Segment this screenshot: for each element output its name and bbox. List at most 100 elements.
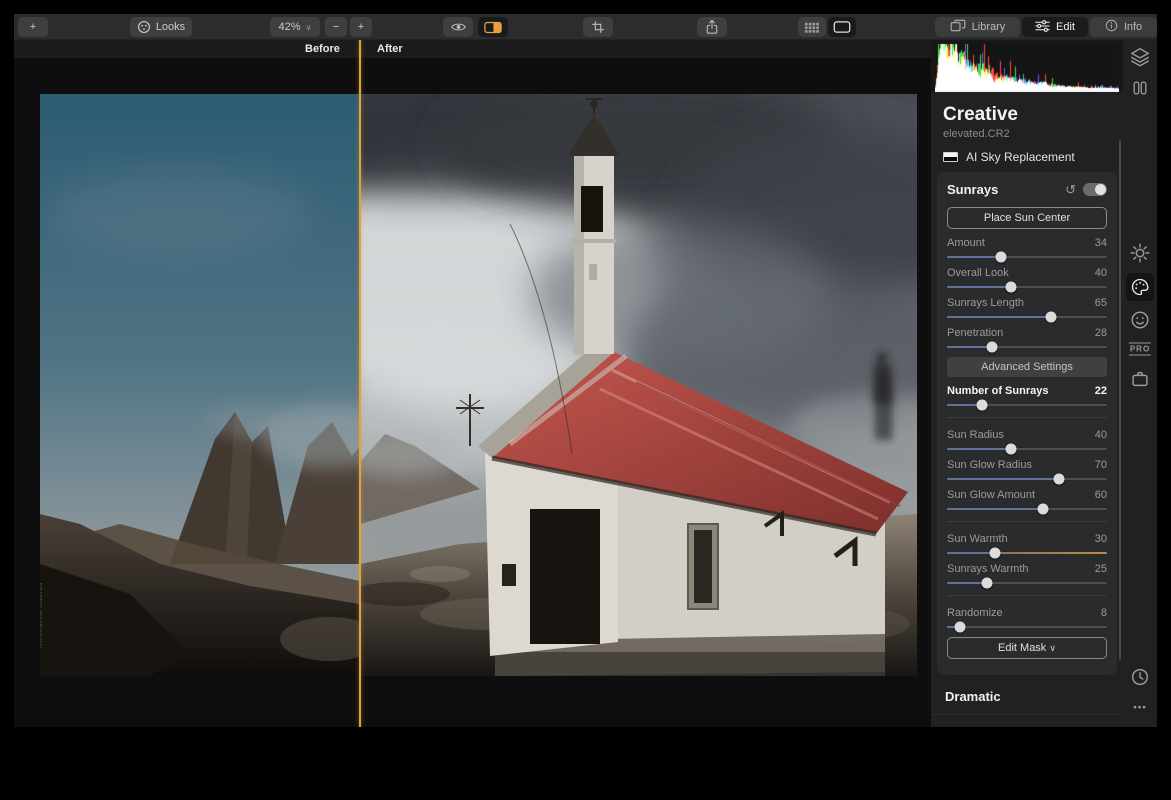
slider-track[interactable] xyxy=(947,346,1107,348)
grid-icon xyxy=(804,22,820,33)
slider-value: 34 xyxy=(1095,237,1107,249)
slider-sun-glow-amount[interactable]: Sun Glow Amount60 xyxy=(947,489,1107,510)
tab-library[interactable]: Library xyxy=(935,17,1020,37)
slider-label: Amount xyxy=(947,237,985,249)
slider-thumb[interactable] xyxy=(977,400,988,411)
slider-group-sun: Sun Radius40 Sun Glow Radius70 Sun Glow Am… xyxy=(937,429,1117,510)
tab-info[interactable]: Info xyxy=(1090,17,1157,37)
slider-thumb[interactable] xyxy=(1046,312,1057,323)
divider xyxy=(947,595,1107,596)
tab-library-label: Library xyxy=(972,21,1006,33)
advanced-settings-button[interactable]: Advanced Settings xyxy=(947,357,1107,377)
professional-briefcase-icon[interactable] xyxy=(1129,368,1151,390)
zoom-in-button[interactable]: + xyxy=(350,17,372,37)
slider-sunrays-warmth[interactable]: Sunrays Warmth25 xyxy=(947,563,1107,584)
slider-sun-warmth[interactable]: Sun Warmth30 xyxy=(947,533,1107,554)
slider-sunrays-length[interactable]: Sunrays Length65 xyxy=(947,297,1107,318)
style-item-dramatic[interactable]: Dramatic xyxy=(931,679,1123,714)
slider-label: Overall Look xyxy=(947,267,1009,279)
tab-edit[interactable]: Edit xyxy=(1022,17,1088,37)
slider-number-of-sunrays[interactable]: Number of Sunrays22 xyxy=(947,385,1107,406)
edit-sliders-icon xyxy=(1035,20,1050,35)
looks-button[interactable]: Looks xyxy=(130,17,192,37)
slider-sun-radius[interactable]: Sun Radius40 xyxy=(947,429,1107,450)
more-options-icon[interactable]: ••• xyxy=(1133,703,1147,714)
portrait-face-icon[interactable] xyxy=(1129,309,1151,331)
slider-thumb[interactable] xyxy=(982,578,993,589)
ai-sky-replacement-row[interactable]: AI Sky Replacement xyxy=(943,150,1123,164)
slider-track[interactable] xyxy=(947,316,1107,318)
gallery-view-button[interactable] xyxy=(798,17,826,37)
zoom-out-button[interactable]: − xyxy=(325,17,347,37)
canvas-tools-icon[interactable] xyxy=(1130,78,1150,98)
slider-sun-glow-radius[interactable]: Sun Glow Radius70 xyxy=(947,459,1107,480)
reset-icon[interactable]: ↺ xyxy=(1065,183,1076,196)
edit-mask-button[interactable]: Edit Mask ∨ xyxy=(947,637,1107,659)
slider-track[interactable] xyxy=(947,508,1107,510)
slider-thumb[interactable] xyxy=(1054,474,1065,485)
creative-palette-icon[interactable] xyxy=(1126,273,1154,301)
slider-penetration[interactable]: Penetration28 xyxy=(947,327,1107,348)
slider-thumb[interactable] xyxy=(954,622,965,633)
edit-side-panel: Creative elevated.CR2 AI Sky Replacement… xyxy=(931,40,1157,727)
panel-scrollbar[interactable] xyxy=(1119,140,1121,660)
single-image-icon xyxy=(833,21,851,33)
caret-down-icon: ∨ xyxy=(1049,643,1056,653)
slider-label: Sun Glow Amount xyxy=(947,489,1035,501)
slider-track[interactable] xyxy=(947,404,1107,406)
slider-track[interactable] xyxy=(947,626,1107,628)
slider-label: Sunrays Warmth xyxy=(947,563,1029,575)
slider-thumb[interactable] xyxy=(1006,444,1017,455)
history-clock-icon[interactable] xyxy=(1129,666,1151,688)
slider-track[interactable] xyxy=(947,552,1107,554)
slider-thumb[interactable] xyxy=(1006,282,1017,293)
slider-thumb[interactable] xyxy=(986,342,997,353)
styles-list: DramaticMatte LookMysticalColor Styles (… xyxy=(931,679,1123,727)
share-button[interactable] xyxy=(697,17,727,37)
filename-label: elevated.CR2 xyxy=(943,128,1123,140)
slider-thumb[interactable] xyxy=(990,548,1001,559)
before-after-compare-button[interactable] xyxy=(478,17,508,37)
photo-preview[interactable]: ©Raffaella Cabras xyxy=(40,94,917,676)
essentials-sun-icon[interactable] xyxy=(1129,242,1151,264)
sunrays-toggle[interactable] xyxy=(1083,183,1107,196)
layers-icon[interactable] xyxy=(1129,46,1151,68)
top-toolbar: + Looks 42% ∨ − + xyxy=(14,14,1157,40)
crop-button[interactable] xyxy=(583,17,613,37)
slider-amount[interactable]: Amount 34 xyxy=(947,237,1107,258)
slider-value: 40 xyxy=(1095,267,1107,279)
style-item-matte-look[interactable]: Matte Look xyxy=(931,714,1123,727)
slider-track[interactable] xyxy=(947,478,1107,480)
slider-track[interactable] xyxy=(947,256,1107,258)
slider-value: 40 xyxy=(1095,429,1107,441)
single-view-button[interactable] xyxy=(828,17,856,37)
slider-track[interactable] xyxy=(947,286,1107,288)
slider-track[interactable] xyxy=(947,582,1107,584)
ai-sky-replacement-label: AI Sky Replacement xyxy=(966,150,1075,164)
looks-icon xyxy=(137,20,151,34)
before-after-divider[interactable] xyxy=(359,40,361,727)
slider-thumb[interactable] xyxy=(1038,504,1049,515)
eye-icon xyxy=(450,21,467,33)
slider-overall-look[interactable]: Overall Look 40 xyxy=(947,267,1107,288)
compare-label-bar: Before After xyxy=(14,40,931,58)
screenshot-root: + Looks 42% ∨ − + xyxy=(0,0,1171,800)
slider-value: 30 xyxy=(1095,533,1107,545)
add-button[interactable]: + xyxy=(18,17,48,37)
compare-split-icon xyxy=(484,21,502,34)
slider-label: Randomize xyxy=(947,607,1003,619)
pro-badge[interactable]: PRO xyxy=(1129,343,1151,356)
slider-thumb[interactable] xyxy=(996,252,1007,263)
library-icon xyxy=(950,19,966,35)
zoom-level-button[interactable]: 42% ∨ xyxy=(270,17,320,37)
tab-edit-label: Edit xyxy=(1056,21,1075,33)
slider-label: Sun Glow Radius xyxy=(947,459,1032,471)
panel-title: Creative xyxy=(943,104,1123,126)
slider-track[interactable] xyxy=(947,448,1107,450)
slider-group-warmth: Sun Warmth30 Sunrays Warmth25 xyxy=(937,533,1117,584)
info-icon xyxy=(1105,19,1118,35)
quick-preview-button[interactable] xyxy=(443,17,473,37)
place-sun-center-button[interactable]: Place Sun Center xyxy=(947,207,1107,229)
divider xyxy=(947,521,1107,522)
slider-randomize[interactable]: Randomize8 xyxy=(947,607,1107,628)
